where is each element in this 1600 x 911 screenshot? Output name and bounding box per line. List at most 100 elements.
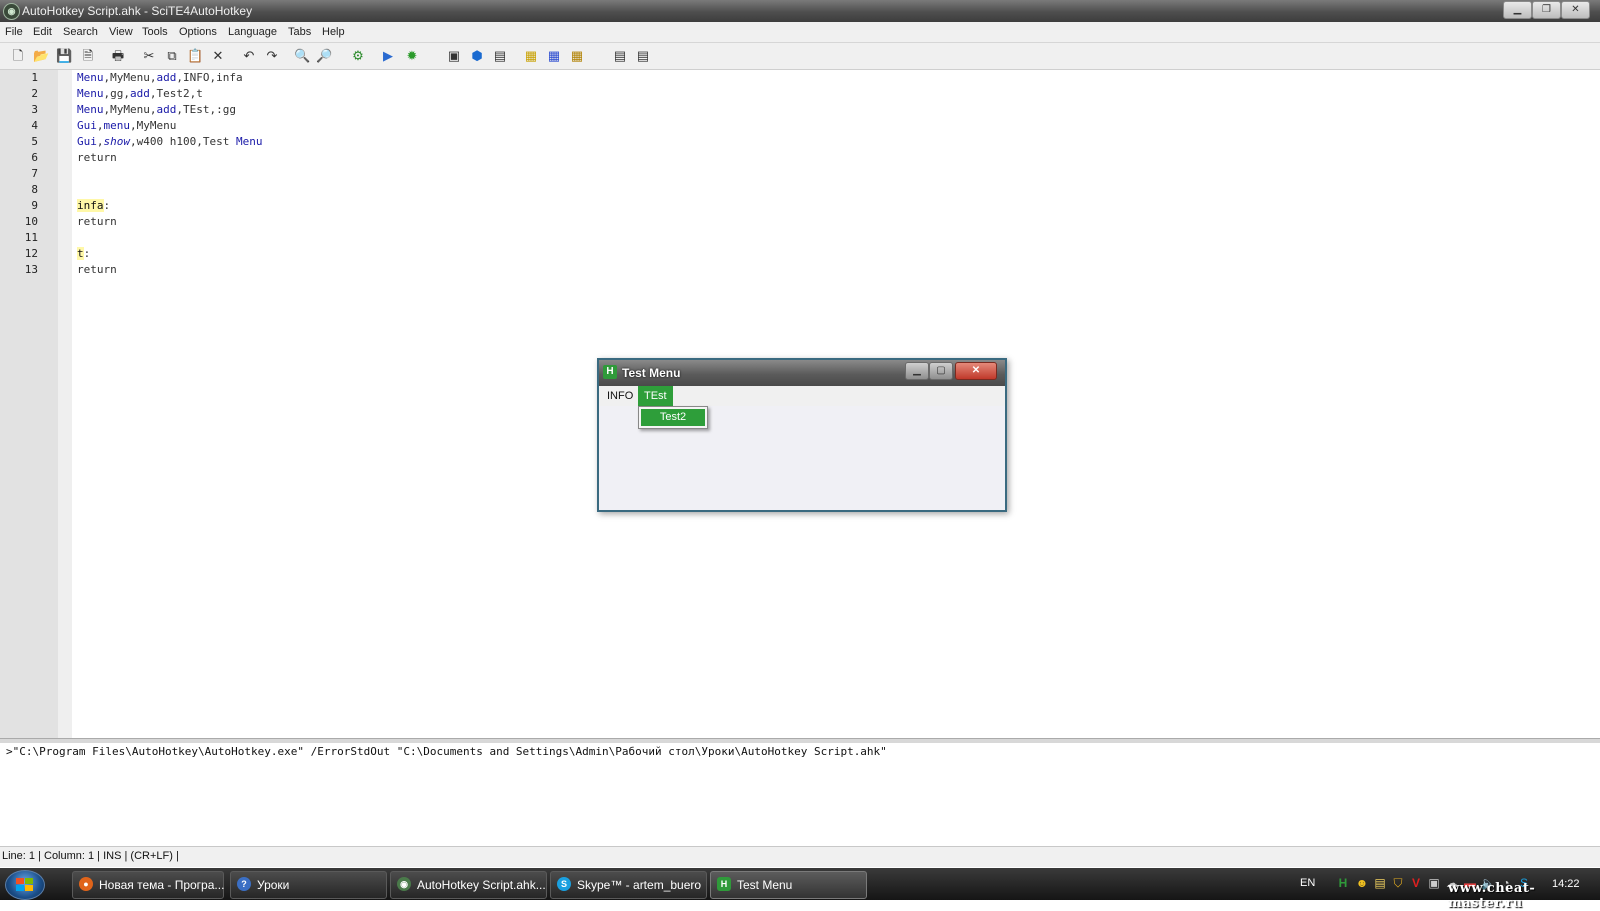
menu-tools[interactable]: Tools [142,26,168,38]
open-icon[interactable]: 📂 [33,48,49,64]
reference-icon[interactable]: ▤ [635,48,651,64]
code-token: : [103,199,111,212]
code-token: Gui [77,119,97,132]
taskbar-item-scite[interactable]: ◉ AutoHotkey Script.ahk... [390,871,547,899]
code-token: ,MyMenu [130,119,177,132]
test-menu-minimize-button[interactable]: ▁ [905,362,929,380]
menu-item-test[interactable]: TEst [638,386,673,406]
ahk-tray-icon[interactable]: H [1335,875,1351,891]
save-icon[interactable]: 💾 [56,48,72,64]
code-token: return [77,215,117,228]
code-line[interactable]: return [77,214,117,230]
start-button[interactable] [5,870,45,900]
line-number: 3 [31,103,38,116]
menu-help[interactable]: Help [322,26,345,38]
code-line[interactable]: return [77,150,117,166]
notes-icon[interactable]: ▦ [523,48,539,64]
find-small-icon[interactable]: 🔎 [316,48,332,64]
paste-icon[interactable]: 📋 [187,48,203,64]
code-line[interactable]: Menu,MyMenu,add,TEst,:gg [77,102,236,118]
code-line[interactable]: return [77,262,117,278]
copy-icon[interactable]: ⧉ [164,48,180,64]
menu-bar: File Edit Search View Tools Options Lang… [0,22,1600,43]
undo-icon[interactable]: ↶ [241,48,257,64]
note-tray-icon[interactable]: ▤ [1372,875,1388,891]
close-icon: ✕ [1571,4,1580,15]
smiley-tray-icon[interactable]: ☻ [1354,875,1370,891]
fold-margin[interactable] [58,70,72,738]
menu-options[interactable]: Options [179,26,217,38]
menu-edit[interactable]: Edit [33,26,52,38]
line-number: 6 [31,151,38,164]
taskbar-item-test-menu[interactable]: H Test Menu [710,871,867,899]
script-icon[interactable]: ▦ [546,48,562,64]
test-menu-close-button[interactable]: ✕ [955,362,997,380]
run-icon[interactable]: ▶ [380,48,396,64]
close-file-icon[interactable]: 🗎 [80,48,96,64]
network-tray-icon[interactable]: ▣ [1426,875,1442,891]
minimize-icon: ▁ [1513,4,1522,15]
code-token: , [96,119,104,132]
code-line[interactable]: Gui,show,w400 h100,Test Menu [77,134,262,150]
function-icon[interactable]: ▦ [569,48,585,64]
code-token: return [77,151,117,164]
menu-view[interactable]: View [109,26,133,38]
debug-icon[interactable]: ✹ [404,48,420,64]
menu-tabs[interactable]: Tabs [288,26,311,38]
status-bar: Line: 1 | Column: 1 | INS | (CR+LF) | [0,846,1600,867]
print-icon[interactable]: 🖶 [110,48,126,64]
toolbar: 🗋 📂 💾 🗎 🖶 ✂ ⧉ 📋 ✕ ↶ ↷ 🔍 🔎 ⚙ ▶ ✹ ▣ ⬢ ▤ ▦ … [0,43,1600,70]
test-menu-window[interactable]: H Test Menu ▁ ▢ ✕ INFO TEst [597,358,1007,512]
maximize-button[interactable]: ❐ [1532,1,1561,19]
taskbar: ● Новая тема - Програ... ? Уроки ◉ AutoH… [0,868,1600,911]
menu-file[interactable]: File [5,26,23,38]
test-menu-title-bar[interactable]: H Test Menu ▁ ▢ ✕ [599,360,1005,386]
code-line[interactable]: Menu,MyMenu,add,INFO,infa [77,70,243,86]
submenu-item-test2[interactable]: Test2 [641,409,705,426]
code-token: return [77,263,117,276]
code-line[interactable]: infa: [77,198,110,214]
scite-icon: ◉ [3,3,20,20]
window-title: AutoHotkey Script.ahk - SciTE4AutoHotkey [22,4,253,18]
code-token: Menu [77,103,104,116]
title-bar[interactable]: ◉ AutoHotkey Script.ahk - SciTE4AutoHotk… [0,0,1600,22]
test-menu-maximize-button[interactable]: ▢ [929,362,953,380]
minimize-button[interactable]: ▁ [1503,1,1532,19]
code-line[interactable]: t: [77,246,90,262]
menu-language[interactable]: Language [228,26,277,38]
taskbar-item-skype[interactable]: S Skype™ - artem_buero [550,871,707,899]
line-number-gutter: 1 2 3 4 5 6 7 8 9 10 11 12 13 [0,70,58,738]
output-pane[interactable]: >"C:\Program Files\AutoHotkey\AutoHotkey… [0,743,1600,844]
taskbar-item-lessons[interactable]: ? Уроки [230,871,387,899]
line-number: 1 [31,71,38,84]
redo-icon[interactable]: ↷ [264,48,280,64]
close-button[interactable]: ✕ [1561,1,1590,19]
taskbar-item-firefox[interactable]: ● Новая тема - Програ... [72,871,224,899]
code-token: ,MyMenu, [103,103,157,116]
code-line[interactable]: Gui,menu,MyMenu [77,118,176,134]
menu-search[interactable]: Search [63,26,98,38]
minimize-icon: ▁ [913,365,921,376]
code-line[interactable]: Menu,gg,add,Test2,t [77,86,203,102]
cut-icon[interactable]: ✂ [141,48,157,64]
language-indicator[interactable]: EN [1300,877,1315,889]
shield-tray-icon[interactable]: ⛉ [1390,875,1406,891]
help-folder-icon: ? [237,877,251,891]
delete-icon[interactable]: ✕ [210,48,226,64]
line-number: 2 [31,87,38,100]
window-spy-icon[interactable]: ▤ [492,48,508,64]
properties-icon[interactable]: ▣ [446,48,462,64]
antivirus-tray-icon[interactable]: V [1408,875,1424,891]
line-number: 5 [31,135,38,148]
menu-item-info[interactable]: INFO [601,386,639,406]
find-icon[interactable]: 🔍 [294,48,310,64]
new-file-icon[interactable]: 🗋 [10,48,26,64]
test-menu-title: Test Menu [622,366,681,380]
line-number: 9 [31,199,38,212]
compile-icon[interactable]: ⚙ [350,48,366,64]
ahk-icon: H [603,365,617,379]
line-number: 7 [31,167,38,180]
help-icon[interactable]: ▤ [612,48,628,64]
line-number: 4 [31,119,38,132]
package-icon[interactable]: ⬢ [469,48,485,64]
